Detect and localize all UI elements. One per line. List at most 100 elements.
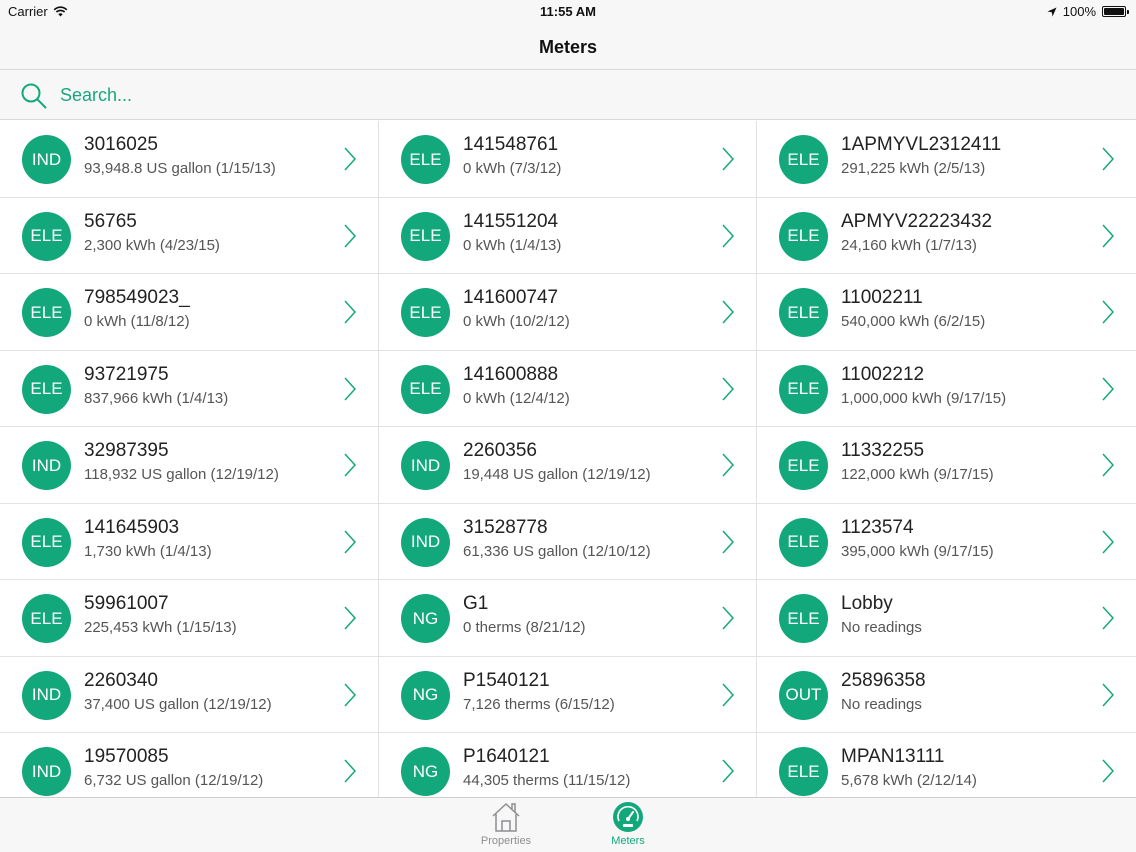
meter-id: G1 [463, 593, 489, 614]
meter-type-badge: ELE [401, 135, 450, 184]
chevron-right-icon [722, 147, 734, 171]
chevron-right-icon [344, 759, 356, 783]
meter-id: 56765 [84, 210, 137, 232]
meter-reading: 37,400 US gallon (12/19/12) [84, 695, 272, 713]
meter-id: 19570085 [84, 746, 169, 767]
meter-cell[interactable]: ELE 11002211 540,000 kWh (6/2/15) [757, 274, 1136, 351]
status-bar: Carrier 11:55 AM 100% [0, 0, 1136, 24]
search-input[interactable] [60, 82, 960, 108]
meter-cell[interactable]: ELE 141548761 0 kWh (7/3/12) [379, 121, 757, 198]
meter-cell[interactable]: ELE MPAN13111 5,678 kWh (2/12/14) [757, 733, 1136, 797]
chevron-right-icon [1102, 606, 1114, 630]
meter-type-badge: NG [401, 747, 450, 796]
meter-type-badge: IND [22, 441, 71, 490]
meter-type-badge: NG [401, 670, 450, 720]
meter-type-badge: ELE [401, 364, 450, 414]
meter-cell[interactable]: IND 31528778 61,336 US gallon (12/10/12) [379, 503, 757, 580]
meter-id: 11332255 [841, 440, 925, 461]
meter-cell[interactable]: IND 2260356 19,448 US gallon (12/19/12) [379, 427, 757, 504]
meter-cell[interactable]: ELE 141600888 0 kWh (12/4/12) [379, 350, 757, 427]
meter-id: 3016025 [84, 134, 158, 155]
meter-cell[interactable]: NG P1540121 7,126 therms (6/15/12) [379, 656, 757, 733]
meter-id: 141551204 [463, 210, 559, 232]
tab-meters[interactable]: Meters [588, 801, 668, 847]
meter-id: 141645903 [84, 516, 180, 538]
meter-cell[interactable]: ELE 141551204 0 kWh (1/4/13) [379, 197, 757, 274]
meter-cell[interactable]: OUT 25896358 No readings [757, 656, 1136, 733]
status-time: 11:55 AM [540, 4, 596, 19]
meters-grid: IND 3016025 93,948.8 US gallon (1/15/13) EL… [0, 121, 1136, 797]
meter-type-badge: NG [401, 594, 450, 643]
meter-cell[interactable]: ELE 1123574 395,000 kWh (9/17/15) [757, 503, 1136, 580]
tab-bar: Properties Meters [0, 797, 1136, 852]
meter-reading: 5,678 kWh (2/12/14) [841, 772, 977, 789]
chevron-right-icon [722, 682, 734, 707]
meter-reading: No readings [841, 695, 922, 713]
meter-cell[interactable]: ELE 141600747 0 kWh (10/2/12) [379, 274, 757, 351]
chevron-right-icon [722, 759, 734, 783]
battery-icon [1102, 6, 1129, 17]
meter-cell[interactable]: IND 32987395 118,932 US gallon (12/19/12) [0, 427, 379, 504]
meter-cell[interactable]: ELE 798549023_ 0 kWh (11/8/12) [0, 274, 379, 351]
meter-type-badge: ELE [401, 288, 450, 337]
meter-cell[interactable]: ELE 93721975 837,966 kWh (1/4/13) [0, 350, 379, 427]
meter-type-badge: ELE [779, 135, 828, 184]
meter-type-badge: IND [22, 747, 71, 796]
chevron-right-icon [1102, 453, 1114, 477]
chevron-right-icon [1102, 759, 1114, 783]
chevron-right-icon [1102, 376, 1114, 401]
meter-type-badge: ELE [779, 747, 828, 796]
chevron-right-icon [1102, 529, 1114, 554]
meter-cell[interactable]: ELE 11332255 122,000 kWh (9/17/15) [757, 427, 1136, 504]
meter-id: 141600888 [463, 363, 559, 385]
meter-cell[interactable]: ELE 141645903 1,730 kWh (1/4/13) [0, 503, 379, 580]
meter-reading: 2,300 kWh (4/23/15) [84, 236, 220, 254]
chevron-right-icon [722, 223, 734, 248]
status-right: 100% [1047, 4, 1129, 19]
meter-cell[interactable]: NG G1 0 therms (8/21/12) [379, 580, 757, 657]
meter-type-badge: ELE [779, 594, 828, 643]
meter-type-badge: IND [22, 670, 71, 720]
meter-cell[interactable]: ELE 1APMYVL2312411 291,225 kWh (2/5/13) [757, 121, 1136, 198]
meter-cell[interactable]: IND 2260340 37,400 US gallon (12/19/12) [0, 656, 379, 733]
meter-reading: 540,000 kWh (6/2/15) [841, 313, 986, 330]
meter-reading: 0 kWh (11/8/12) [84, 313, 190, 330]
search-icon [21, 83, 47, 109]
meter-type-badge: ELE [401, 211, 450, 261]
meter-reading: 291,225 kWh (2/5/13) [841, 160, 986, 177]
meter-cell[interactable]: ELE APMYV22223432 24,160 kWh (1/7/13) [757, 197, 1136, 274]
chevron-right-icon [344, 606, 356, 630]
meter-reading: 118,932 US gallon (12/19/12) [84, 466, 279, 483]
meter-id: 2260356 [463, 440, 537, 461]
meter-id: Lobby [841, 593, 893, 614]
chevron-right-icon [722, 606, 734, 630]
meter-cell[interactable]: ELE 11002212 1,000,000 kWh (9/17/15) [757, 350, 1136, 427]
meter-cell[interactable]: ELE 56765 2,300 kWh (4/23/15) [0, 197, 379, 274]
meter-reading: 61,336 US gallon (12/10/12) [463, 542, 651, 560]
gauge-icon [613, 802, 643, 832]
meter-cell[interactable]: IND 3016025 93,948.8 US gallon (1/15/13) [0, 121, 379, 198]
meter-type-badge: ELE [22, 364, 71, 414]
page-title: Meters [538, 37, 598, 57]
meter-id: 31528778 [463, 516, 548, 538]
meter-type-badge: ELE [779, 517, 828, 567]
meter-reading: 0 kWh (10/2/12) [463, 313, 570, 330]
chevron-right-icon [722, 376, 734, 401]
meter-reading: 6,732 US gallon (12/19/12) [84, 772, 264, 789]
chevron-right-icon [344, 682, 356, 707]
meter-reading: 7,126 therms (6/15/12) [463, 695, 615, 713]
tab-properties[interactable]: Properties [466, 801, 546, 847]
meter-cell[interactable]: NG P1640121 44,305 therms (11/15/12) [379, 733, 757, 797]
meter-cell[interactable]: ELE 59961007 225,453 kWh (1/15/13) [0, 580, 379, 657]
meter-cell[interactable]: IND 19570085 6,732 US gallon (12/19/12) [0, 733, 379, 797]
meter-reading: 44,305 therms (11/15/12) [463, 772, 631, 789]
meter-id: 25896358 [841, 669, 926, 691]
meter-reading: 1,000,000 kWh (9/17/15) [841, 389, 1007, 407]
meter-type-badge: ELE [779, 364, 828, 414]
location-arrow-icon [1047, 7, 1057, 16]
chevron-right-icon [722, 529, 734, 554]
meter-cell[interactable]: ELE Lobby No readings [757, 580, 1136, 657]
chevron-right-icon [344, 147, 356, 171]
meter-reading: 122,000 kWh (9/17/15) [841, 466, 994, 483]
chevron-right-icon [1102, 147, 1114, 171]
